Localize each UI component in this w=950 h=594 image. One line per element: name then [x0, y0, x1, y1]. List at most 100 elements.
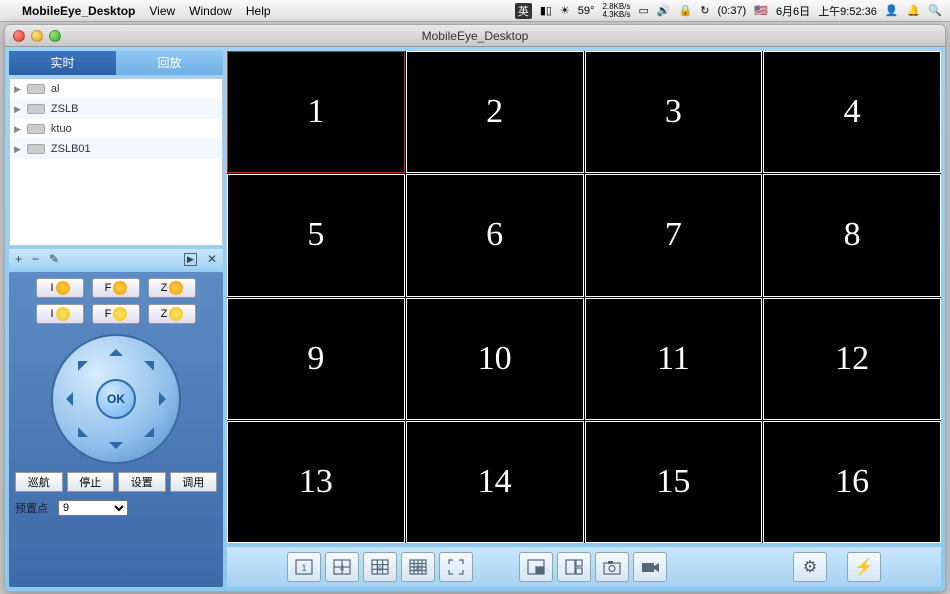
expand-icon[interactable]: ▶	[14, 104, 21, 115]
video-cell[interactable]: 16	[763, 421, 941, 543]
video-cell[interactable]: 14	[406, 421, 584, 543]
minus-icon	[113, 307, 127, 321]
minus-icon	[56, 307, 70, 321]
zoom-out-button[interactable]: Z	[148, 304, 196, 324]
sidebar: 实时 回放 ▶al ▶ZSLB ▶ktuo ▶ZSLB01 + − ✎ ▶ ✕ …	[9, 51, 223, 587]
remove-device-button[interactable]: −	[32, 252, 39, 266]
settings-button[interactable]: ⚙	[793, 552, 827, 582]
expand-icon[interactable]: ▶	[14, 144, 21, 155]
main-area: 12345678910111213141516 1 4 9 16 ⚙	[227, 51, 941, 587]
video-cell[interactable]: 5	[227, 174, 405, 296]
plus-icon	[113, 281, 127, 295]
battery-icon[interactable]: ▮▯	[540, 4, 552, 17]
flag-icon[interactable]: 🇺🇸	[754, 4, 768, 17]
device-list[interactable]: ▶ al ▶ ZSLB ▶ktuo ▶ ZSLB01	[9, 78, 223, 246]
play-all-button[interactable]: ▶	[184, 253, 197, 266]
device-row[interactable]: ▶ ZSLB01	[10, 139, 222, 159]
video-cell[interactable]: 6	[406, 174, 584, 296]
ptz-panel: I F Z I F Z	[9, 272, 223, 587]
weather-icon: ☀	[560, 4, 570, 17]
video-cell[interactable]: 2	[406, 51, 584, 173]
lock-icon[interactable]: 🔒	[679, 4, 693, 17]
ptz-dpad: OK	[51, 334, 181, 464]
video-cell[interactable]: 13	[227, 421, 405, 543]
svg-text:1: 1	[301, 563, 306, 573]
device-row[interactable]: ▶ ZSLB	[10, 99, 222, 119]
menu-view[interactable]: View	[149, 4, 175, 18]
power-button[interactable]: ⚡	[847, 552, 881, 582]
network-speed: 2.8KB/s 4.3KB/s	[602, 3, 630, 19]
zoom-in-button[interactable]: Z	[148, 278, 196, 298]
device-row[interactable]: ▶ktuo	[10, 119, 222, 139]
snapshot-button[interactable]	[595, 552, 629, 582]
ptz-up-button[interactable]	[109, 342, 123, 356]
video-cell[interactable]: 9	[227, 298, 405, 420]
video-cell[interactable]: 3	[585, 51, 763, 173]
plus-icon	[169, 281, 183, 295]
tab-playback[interactable]: 回放	[116, 51, 223, 75]
device-name: al	[51, 83, 60, 95]
video-cell[interactable]: 12	[763, 298, 941, 420]
menubar-app-name[interactable]: MobileEye_Desktop	[22, 4, 135, 18]
device-name: ZSLB	[51, 103, 79, 115]
add-device-button[interactable]: +	[15, 252, 22, 266]
time[interactable]: 上午9:52:36	[818, 3, 877, 19]
device-name: ZSLB01	[51, 143, 91, 155]
video-cell[interactable]: 10	[406, 298, 584, 420]
ptz-down-button[interactable]	[109, 442, 123, 456]
ime-indicator[interactable]: 英	[515, 3, 532, 19]
ptz-right-button[interactable]	[159, 392, 173, 406]
expand-icon[interactable]: ▶	[14, 84, 21, 95]
menu-window[interactable]: Window	[189, 4, 232, 18]
fullscreen-button[interactable]	[439, 552, 473, 582]
tab-live[interactable]: 实时	[9, 51, 116, 75]
date[interactable]: 6月6日	[776, 3, 810, 19]
video-cell[interactable]: 11	[585, 298, 763, 420]
bolt-icon: ⚡	[854, 557, 874, 577]
device-row[interactable]: ▶ al	[10, 79, 222, 99]
window-titlebar: MobileEye_Desktop	[5, 25, 945, 47]
spotlight-icon[interactable]: 🔍	[928, 4, 942, 17]
device-list-toolbar: + − ✎ ▶ ✕	[9, 249, 223, 269]
plus-icon	[56, 281, 70, 295]
record-button[interactable]	[633, 552, 667, 582]
layout-1-button[interactable]: 1	[287, 552, 321, 582]
expand-icon[interactable]: ▶	[14, 124, 21, 135]
svg-text:9: 9	[378, 566, 382, 573]
display-icon[interactable]: ▭	[638, 4, 648, 17]
preset-select[interactable]: 12345678910	[58, 500, 128, 516]
focus-far-button[interactable]: F	[92, 278, 140, 298]
minus-icon	[169, 307, 183, 321]
multiview-button[interactable]	[557, 552, 591, 582]
cruise-button[interactable]: 巡航	[15, 472, 63, 492]
layout-16-button[interactable]: 16	[401, 552, 435, 582]
layout-4-button[interactable]: 4	[325, 552, 359, 582]
iris-open-button[interactable]: I	[36, 278, 84, 298]
set-button[interactable]: 设置	[118, 472, 166, 492]
user-icon[interactable]: 👤	[885, 4, 899, 17]
stop-all-button[interactable]: ✕	[207, 252, 217, 266]
mac-menubar: MobileEye_Desktop View Window Help 英 ▮▯ …	[0, 0, 950, 22]
video-cell[interactable]: 15	[585, 421, 763, 543]
volume-icon[interactable]: 🔊	[657, 4, 671, 17]
bottom-toolbar: 1 4 9 16 ⚙ ⚡	[227, 547, 941, 587]
temperature: 59°	[578, 5, 595, 17]
device-icon	[27, 104, 45, 114]
device-icon	[27, 84, 45, 94]
iris-close-button[interactable]: I	[36, 304, 84, 324]
call-button[interactable]: 调用	[170, 472, 218, 492]
ptz-ok-button[interactable]: OK	[96, 379, 136, 419]
menu-help[interactable]: Help	[246, 4, 271, 18]
video-cell[interactable]: 7	[585, 174, 763, 296]
sync-icon[interactable]: ↻	[700, 4, 709, 17]
ptz-left-button[interactable]	[59, 392, 73, 406]
video-cell[interactable]: 1	[227, 51, 405, 173]
layout-9-button[interactable]: 9	[363, 552, 397, 582]
focus-near-button[interactable]: F	[92, 304, 140, 324]
pip-button[interactable]	[519, 552, 553, 582]
notification-icon[interactable]: 🔔	[907, 4, 921, 17]
edit-device-button[interactable]: ✎	[49, 252, 59, 266]
video-cell[interactable]: 8	[763, 174, 941, 296]
video-cell[interactable]: 4	[763, 51, 941, 173]
stop-button[interactable]: 停止	[67, 472, 115, 492]
